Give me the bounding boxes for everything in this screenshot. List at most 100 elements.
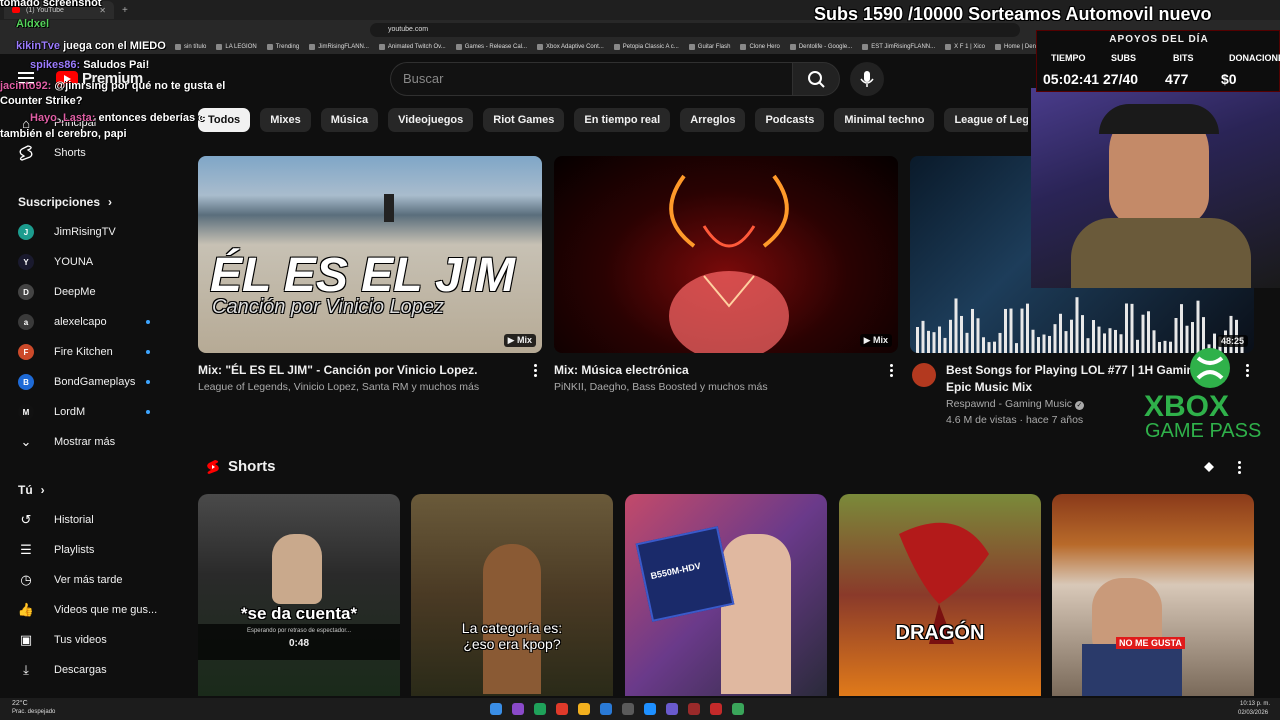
chip-6[interactable]: Arreglos [680,108,746,132]
chip-2[interactable]: Música [320,108,379,132]
video-thumbnail[interactable]: ▶ Mix [554,156,898,353]
chip-0[interactable]: Todos [198,108,251,132]
taskbar-app-icon[interactable] [622,703,634,715]
bookmark-favicon-icon [455,44,462,50]
short-card[interactable]: DRAGÓN [839,494,1041,696]
sidebar-item-label: Fire Kitchen [54,346,113,358]
sidebar-item-shorts[interactable]: Shorts [18,141,86,165]
bookmark-favicon-icon [945,44,952,50]
you-title: Tú [18,483,33,497]
taskbar-app-icon[interactable] [490,703,502,715]
chip-7[interactable]: Podcasts [755,108,825,132]
waveform-bar [1020,308,1024,353]
short-card[interactable]: NO ME GUSTA [1052,494,1254,696]
sidebar-item-download[interactable]: ⤓ Descargas [18,658,106,682]
microphone-icon [860,71,874,87]
bookmark-item[interactable]: LA LEGION [216,44,257,50]
clock-date: 02/03/2026 [1238,710,1269,716]
chip-4[interactable]: Riot Games [483,108,565,132]
chat-username: spikes86: [30,59,81,71]
show-more-button[interactable]: ⌄ Mostrar más [18,430,116,454]
video-thumbnail[interactable]: ÉL ES EL JIM Canción por Vinicio Lopez ▶… [198,156,542,353]
short-card[interactable]: *se da cuenta* Esperando por retraso de … [198,494,400,696]
bookmark-item[interactable]: EST JimRisingFLANN... [862,44,935,50]
chip-9[interactable]: League of Legends [944,108,1028,132]
bookmark-item[interactable]: Guitar Flash [688,44,730,50]
sidebar-item-clock[interactable]: ◷ Ver más tarde [18,568,122,592]
taskbar-app-icon[interactable] [556,703,568,715]
play-box-icon: ▣ [19,632,33,647]
search-input[interactable]: Buscar [390,62,792,96]
bookmark-item[interactable]: Petopia Classic A c... [613,44,679,50]
sidebar-item-subscription[interactable]: M LordM [18,400,85,424]
sidebar-item-subscription[interactable]: J JimRisingTV [18,220,116,244]
voice-search-button[interactable] [850,62,884,96]
chip-5[interactable]: En tiempo real [574,108,671,132]
taskbar-app-icon[interactable] [688,703,700,715]
sidebar-item-play-box[interactable]: ▣ Tus videos [18,628,107,652]
sidebar-item-playlists[interactable]: ☰ Playlists [18,538,94,562]
bookmark-favicon-icon [378,44,385,50]
short-caption: La categoría es: ¿eso era kpop? [461,620,563,652]
waveform-bar [1064,331,1068,353]
taskbar-app-icon[interactable] [600,703,612,715]
chip-3[interactable]: Videojuegos [388,108,474,132]
bookmark-item[interactable]: Xbox Adaptive Cont... [537,44,604,50]
bookmark-item[interactable]: Dentolife - Google... [789,44,852,50]
sidebar-item-subscription[interactable]: Y YOUNA [18,250,93,274]
neon-figure-art [669,174,789,353]
sidebar-item-history[interactable]: ↺ Historial [18,508,94,532]
taskbar-app-icon[interactable] [644,703,656,715]
person-figure [272,534,322,604]
bookmark-favicon-icon [266,44,273,50]
new-content-dot [146,410,150,414]
subscriptions-header[interactable]: Suscripciones › [18,195,112,209]
bookmark-item[interactable]: X F 1 | Xico [945,44,985,50]
you-header[interactable]: Tú › [18,483,45,497]
taskbar-app-icon[interactable] [578,703,590,715]
waveform-bar [1097,326,1101,353]
chat-text: Counter Strike? [0,95,83,107]
short-card[interactable]: La categoría es: ¿eso era kpop? [411,494,613,696]
sidebar-item-subscription[interactable]: B BondGameplays [18,370,135,394]
more-options-icon[interactable] [534,364,538,379]
shorts-more-icon[interactable] [1238,461,1242,476]
video-title[interactable]: Mix: "ÉL ES EL JIM" - Canción por Vinici… [198,363,518,377]
playlists-icon: ☰ [20,542,32,557]
more-options-icon[interactable] [1246,364,1250,379]
bookmark-label: sin título [184,44,207,50]
sidebar-item-thumbs-up[interactable]: 👍 Videos que me gus... [18,598,157,622]
waveform-bar [1015,343,1018,353]
taskbar-app-icon[interactable] [512,703,524,715]
bookmark-item[interactable]: Clone Hero [740,44,780,50]
channel-avatar[interactable] [912,363,936,387]
channel-name[interactable]: Respawnd - Gaming Music ✓ [946,398,1084,410]
search-button[interactable] [792,62,840,96]
chip-8[interactable]: Minimal techno [834,108,935,132]
short-card[interactable]: B550M-HDV [625,494,827,696]
bookmark-item[interactable]: Trending [266,44,299,50]
shorts-feedback-icon[interactable] [1201,459,1217,475]
bookmark-item[interactable]: Games - Release Cal... [455,44,527,50]
waveform-bar [960,315,963,353]
taskbar-app-icon[interactable] [534,703,546,715]
sidebar-item-subscription[interactable]: D DeepMe [18,280,96,304]
new-tab-icon[interactable]: + [122,5,128,16]
overlay-box: Esperando por retraso de espectador... 0… [198,624,400,660]
video-title[interactable]: Mix: Música electrónica [554,363,874,377]
sidebar-item-subscription[interactable]: F Fire Kitchen [18,340,113,364]
bookmark-item[interactable]: Animated Twitch Ov... [378,44,446,50]
chip-1[interactable]: Mixes [260,108,311,132]
more-options-icon[interactable] [890,364,894,379]
taskbar-app-icon[interactable] [666,703,678,715]
waveform-bar [998,332,1002,353]
stat-header: DONACIONES [1229,53,1280,63]
bookmark-item[interactable]: JimRisingFLANN... [309,44,369,50]
waveform-bar [1059,313,1062,353]
bookmark-item[interactable]: sin título [175,44,206,50]
taskbar-app-icon[interactable] [732,703,744,715]
taskbar-app-icon[interactable] [710,703,722,715]
chat-text: entonces deberías c [98,112,205,124]
sidebar-item-subscription[interactable]: a alexelcapo [18,310,107,334]
url-field[interactable]: youtube.com [370,23,1020,37]
